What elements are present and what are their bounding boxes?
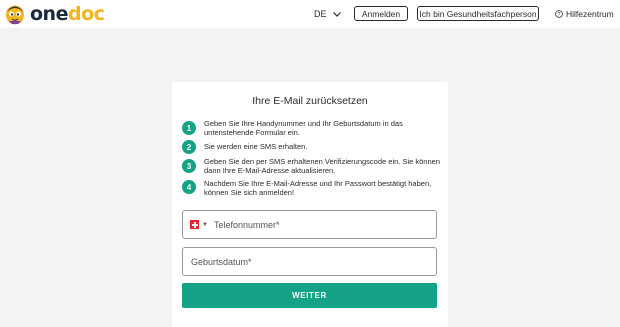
birthdate-input[interactable]: Geburtsdatum*: [182, 247, 437, 276]
login-button[interactable]: Anmelden: [354, 6, 408, 21]
birthdate-placeholder: Geburtsdatum*: [191, 256, 252, 267]
question-circle-icon: ?: [555, 10, 563, 18]
logo-wordmark: onedoc: [30, 3, 105, 25]
step-text: Sie werden eine SMS erhalten.: [204, 142, 308, 151]
page-title: Ihre E-Mail zurücksetzen: [252, 95, 368, 107]
instruction-step-1: 1 Geben Sie Ihre Handynummer und Ihr Geb…: [182, 119, 440, 137]
phone-placeholder: Telefonnummer*: [213, 219, 280, 230]
svg-text:?: ?: [558, 12, 561, 18]
instruction-step-2: 2 Sie werden eine SMS erhalten.: [182, 140, 440, 154]
instruction-step-3: 3 Geben Sie den per SMS erhaltenen Verif…: [182, 157, 440, 175]
step-number-badge: 1: [182, 121, 196, 135]
language-label: DE: [314, 9, 327, 19]
logo-text-one: one: [30, 3, 68, 25]
onedoc-logo[interactable]: onedoc: [4, 3, 105, 25]
step-text: Geben Sie Ihre Handynummer und Ihr Gebur…: [204, 119, 403, 137]
step-number-badge: 4: [182, 180, 196, 194]
instruction-step-4: 4 Nachdem Sie Ihre E-Mail-Adresse und Ih…: [182, 179, 440, 197]
mascot-icon: [6, 5, 24, 25]
chevron-down-icon: [332, 11, 341, 17]
help-center-label: Hilfezentrum: [566, 9, 614, 19]
language-selector[interactable]: DE: [314, 8, 341, 20]
switzerland-flag-icon[interactable]: [190, 220, 199, 229]
help-center-link[interactable]: ? Hilfezentrum: [555, 8, 614, 20]
step-number-badge: 3: [182, 159, 196, 173]
logo-text-doc: doc: [67, 3, 105, 25]
caret-down-icon[interactable]: ▼: [202, 222, 208, 228]
healthcare-professional-button[interactable]: Ich bin Gesundheitsfachperson: [417, 6, 539, 21]
step-text: Nachdem Sie Ihre E-Mail-Adresse und Ihr …: [204, 179, 432, 197]
continue-button[interactable]: WEITER: [182, 283, 437, 308]
step-text: Geben Sie den per SMS erhaltenen Verifiz…: [204, 157, 440, 175]
phone-number-input[interactable]: ▼ Telefonnummer*: [182, 210, 437, 239]
top-navigation-bar: onedoc DE Anmelden Ich bin Gesundheitsfa…: [0, 0, 620, 28]
step-number-badge: 2: [182, 140, 196, 154]
